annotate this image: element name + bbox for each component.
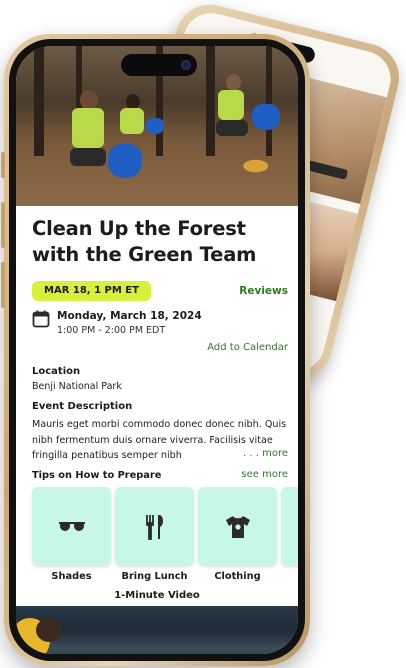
dynamic-island: [121, 54, 197, 76]
mute-switch: [1, 152, 5, 178]
shirt-icon: [226, 516, 250, 538]
sunglasses-icon: [59, 522, 85, 531]
phone-mockup: Clean Up the Forest with the Green Team …: [1, 34, 310, 666]
video-title: 1-Minute Video: [114, 590, 200, 601]
volume-down-button: [1, 262, 5, 308]
see-more-link[interactable]: see more: [241, 469, 288, 480]
video-subject-head: [36, 618, 62, 642]
tip-label: Bring Lunch: [121, 571, 188, 582]
tip-label: Shades: [51, 571, 92, 582]
reviews-link[interactable]: Reviews: [239, 285, 288, 297]
event-date: Monday, March 18, 2024: [57, 310, 202, 322]
tree-trunk: [34, 46, 44, 156]
add-to-calendar-link[interactable]: Add to Calendar: [207, 342, 288, 353]
camera-icon: [181, 60, 191, 70]
trash-bag: [146, 118, 164, 134]
location-value: Benji National Park: [32, 381, 122, 392]
utensils-icon: [146, 515, 163, 540]
description-label: Event Description: [32, 401, 133, 412]
event-title: Clean Up the Forest with the Green Team: [32, 217, 257, 266]
tip-label: Clothing: [214, 571, 261, 582]
tips-carousel[interactable]: Shades Bring Lunch Clothing: [32, 487, 298, 607]
trash-bag: [108, 144, 142, 178]
tip-card-bring-lunch[interactable]: Bring Lunch: [115, 487, 194, 582]
event-time: 1:00 PM - 2:00 PM EDT: [57, 325, 166, 336]
tip-card-shades[interactable]: Shades: [32, 487, 111, 582]
tip-card-clothing[interactable]: Clothing: [198, 487, 277, 582]
tree-trunk: [206, 46, 215, 156]
date-badge: MAR 18, 1 PM ET: [32, 281, 151, 301]
more-link[interactable]: . . . more: [241, 448, 288, 459]
tip-card-partial[interactable]: [281, 487, 298, 565]
calendar-icon: [32, 310, 50, 328]
location-label: Location: [32, 366, 81, 377]
trash-bag: [252, 104, 280, 130]
phone-screen: Clean Up the Forest with the Green Team …: [16, 46, 298, 654]
volume-up-button: [1, 202, 5, 248]
video-thumbnail[interactable]: [16, 606, 298, 654]
tree-trunk: [266, 46, 272, 156]
tips-title: Tips on How to Prepare: [32, 470, 162, 481]
